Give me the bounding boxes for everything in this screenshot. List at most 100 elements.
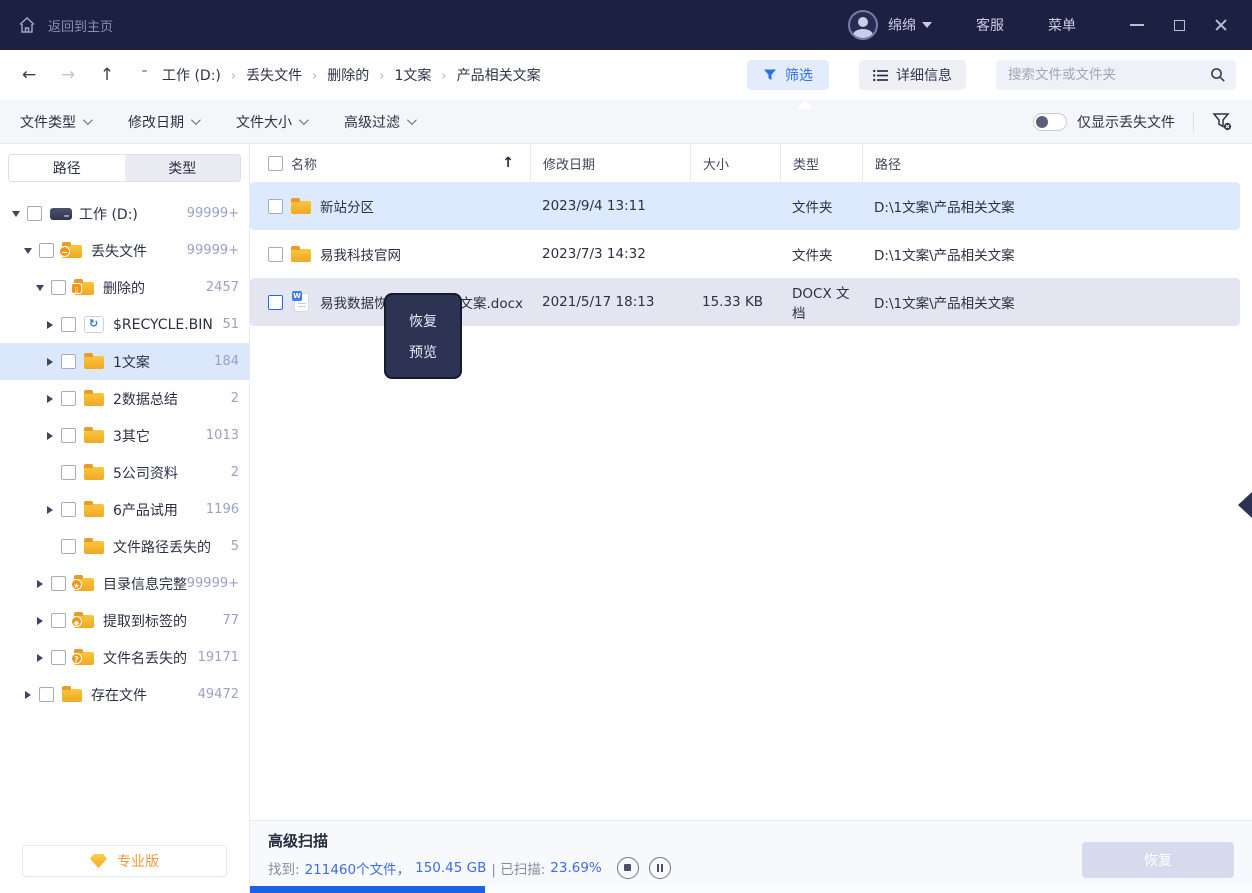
checkbox[interactable]: [61, 428, 76, 443]
table-header: 名称 修改日期 大小 类型 路径: [250, 144, 1252, 182]
lost-files-only-toggle[interactable]: [1033, 113, 1067, 131]
collapse-arrow-icon[interactable]: [32, 285, 47, 291]
expand-arrow-icon[interactable]: [42, 395, 57, 403]
tree-item-file-path-lost[interactable]: 文件路径丢失的5: [0, 528, 249, 565]
expand-arrow-icon[interactable]: [32, 654, 47, 662]
column-header-path[interactable]: 路径: [862, 144, 1252, 182]
advanced-filter-dropdown[interactable]: 高级过滤: [344, 112, 414, 132]
checkbox[interactable]: [39, 243, 54, 258]
tree-item-6-product-trial[interactable]: 6产品试用1196: [0, 491, 249, 528]
details-button[interactable]: 详细信息: [859, 60, 966, 90]
user-dropdown-icon[interactable]: [922, 22, 932, 28]
stop-scan-button[interactable]: [617, 857, 639, 879]
checkbox[interactable]: [51, 576, 66, 591]
tab-type[interactable]: 类型: [125, 155, 241, 181]
folder-icon: [84, 353, 104, 370]
checkbox[interactable]: [61, 465, 76, 480]
checkbox[interactable]: [61, 391, 76, 406]
menu-link[interactable]: 菜单: [1048, 15, 1076, 35]
close-button[interactable]: [1204, 8, 1238, 42]
gem-icon: [90, 854, 107, 868]
expand-arrow-icon[interactable]: [42, 506, 57, 514]
checkbox[interactable]: [61, 354, 76, 369]
tree-item-work-d[interactable]: 工作 (D:)99999+: [0, 195, 249, 232]
column-header-name[interactable]: 名称: [250, 154, 530, 173]
tree-item-5-company-files[interactable]: 5公司资料2: [0, 454, 249, 491]
tree-item-filename-lost[interactable]: 文件名丢失的19171: [0, 639, 249, 676]
clear-filter-icon[interactable]: [1212, 112, 1232, 131]
titlebar-right: 绵绵 客服 菜单: [848, 8, 1238, 42]
pro-version-button[interactable]: 专业版: [22, 845, 227, 877]
tree-item-label: 目录信息完整的: [103, 574, 187, 594]
column-header-date[interactable]: 修改日期: [530, 144, 690, 182]
expand-arrow-icon[interactable]: [42, 432, 57, 440]
expand-panel-arrow[interactable]: [1238, 492, 1252, 518]
checkbox[interactable]: [61, 502, 76, 517]
tree-item-1-docs[interactable]: 1文案184: [0, 343, 249, 380]
expand-arrow-icon[interactable]: [42, 321, 57, 329]
username-label[interactable]: 绵绵: [888, 15, 916, 35]
collapse-arrow-icon[interactable]: [20, 248, 35, 254]
support-link[interactable]: 客服: [976, 15, 1004, 35]
avatar[interactable]: [848, 10, 878, 40]
folder-icon: [84, 538, 104, 555]
search-input[interactable]: [1008, 67, 1210, 83]
tree-item-lost-files[interactable]: 丢失文件99999+: [0, 232, 249, 269]
checkbox[interactable]: [27, 206, 42, 221]
tree-item-count: 49472: [198, 687, 249, 702]
breadcrumb-item-product-docs[interactable]: 产品相关文案: [431, 65, 540, 85]
pause-scan-button[interactable]: [649, 857, 671, 879]
minimize-button[interactable]: [1120, 8, 1154, 42]
checkbox[interactable]: [268, 199, 283, 214]
sort-ascending-icon[interactable]: [502, 155, 514, 171]
breadcrumb-item-drive[interactable]: 工作 (D:): [162, 65, 221, 85]
recover-button[interactable]: 恢复: [1082, 842, 1234, 878]
maximize-button[interactable]: [1162, 8, 1196, 42]
chevron-down-icon: [299, 115, 309, 125]
column-header-type[interactable]: 类型: [780, 144, 862, 182]
modified-date-dropdown[interactable]: 修改日期: [128, 112, 198, 132]
search-icon[interactable]: [1210, 67, 1226, 83]
tree-item-count: 1013: [206, 428, 249, 443]
breadcrumb-item-1-docs[interactable]: 1文案: [369, 65, 431, 85]
drive-icon: [50, 205, 70, 222]
tree-item-recycle-bin[interactable]: $RECYCLE.BIN51: [0, 306, 249, 343]
file-type-dropdown[interactable]: 文件类型: [20, 112, 90, 132]
context-menu-preview[interactable]: 预览: [386, 336, 460, 367]
up-button[interactable]: ↑: [94, 65, 120, 85]
checkbox[interactable]: [51, 280, 66, 295]
collapse-arrow-icon[interactable]: [8, 211, 23, 217]
expand-arrow-icon[interactable]: [32, 580, 47, 588]
tree-item-deleted[interactable]: 删除的2457: [0, 269, 249, 306]
checkbox[interactable]: [61, 539, 76, 554]
tree-item-existing-files[interactable]: 存在文件49472: [0, 676, 249, 713]
tree-item-dir-info-complete[interactable]: 目录信息完整的99999+: [0, 565, 249, 602]
table-row-new-partition[interactable]: 新站分区 2023/9/4 13:11 文件夹 D:\1文案\产品相关文案: [250, 182, 1240, 230]
tree-item-extracted-tags[interactable]: 提取到标签的77: [0, 602, 249, 639]
column-header-size[interactable]: 大小: [690, 144, 780, 182]
breadcrumb-item-lost-files[interactable]: 丢失文件: [221, 65, 302, 85]
filter-button[interactable]: 筛选: [747, 60, 829, 90]
checkbox[interactable]: [51, 613, 66, 628]
back-button[interactable]: ←: [16, 65, 42, 85]
breadcrumb-item-deleted[interactable]: 删除的: [302, 65, 369, 85]
table-row-yiwo-official-site[interactable]: 易我科技官网 2023/7/3 14:32 文件夹 D:\1文案\产品相关文案: [250, 230, 1240, 278]
context-menu-recover[interactable]: 恢复: [386, 305, 460, 336]
checkbox[interactable]: [268, 295, 283, 310]
tab-path[interactable]: 路径: [9, 155, 125, 181]
tree-item-3-others[interactable]: 3其它1013: [0, 417, 249, 454]
tree-item-2-data-summary[interactable]: 2数据总结2: [0, 380, 249, 417]
forward-button[interactable]: →: [55, 65, 81, 85]
checkbox[interactable]: [268, 247, 283, 262]
expand-arrow-icon[interactable]: [42, 358, 57, 366]
search-box[interactable]: [996, 60, 1236, 90]
status-bar: 高级扫描 找到: 211460个文件， 150.45 GB | 已扫描: 23.…: [250, 820, 1252, 886]
checkbox[interactable]: [61, 317, 76, 332]
expand-arrow-icon[interactable]: [20, 691, 35, 699]
file-size-dropdown[interactable]: 文件大小: [236, 112, 306, 132]
back-to-home-button[interactable]: 返回到主页: [16, 14, 113, 36]
checkbox[interactable]: [39, 687, 54, 702]
expand-arrow-icon[interactable]: [32, 617, 47, 625]
checkbox[interactable]: [51, 650, 66, 665]
select-all-checkbox[interactable]: [268, 156, 283, 171]
